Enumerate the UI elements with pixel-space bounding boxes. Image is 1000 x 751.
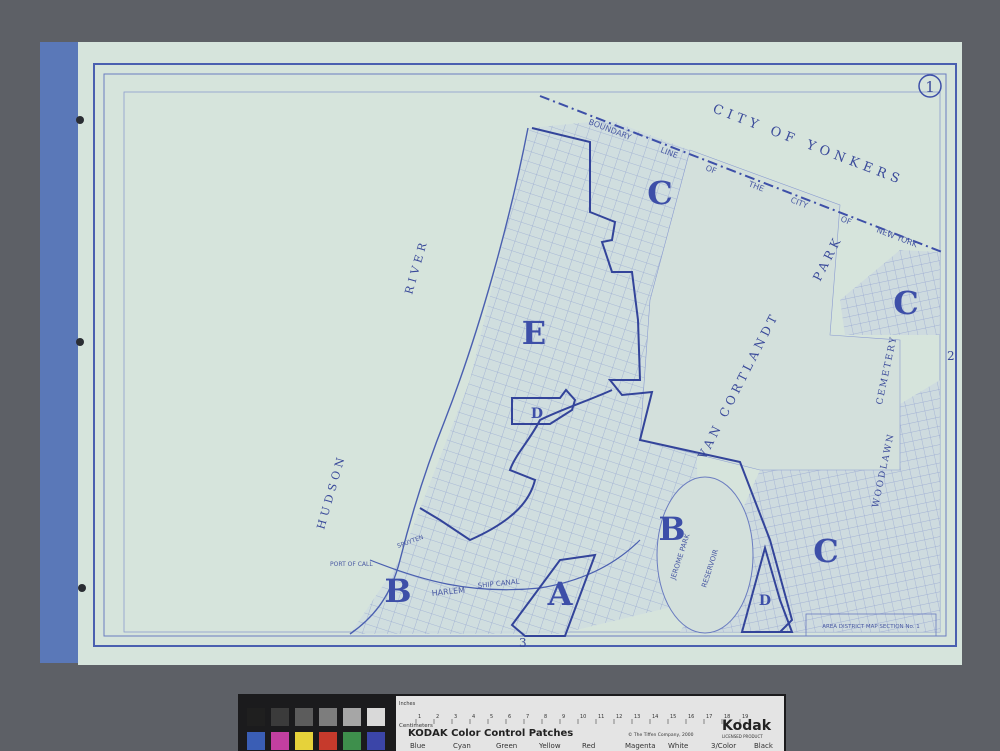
label-port-of-call: PORT OF CALL: [330, 561, 373, 568]
gray-patch: [271, 708, 289, 726]
ruler-number: 4: [472, 714, 475, 720]
ruler-number: 2: [436, 714, 439, 720]
zone-label-c: C: [893, 284, 918, 322]
zone-label-e: E: [522, 314, 546, 352]
ruler-number: 5: [490, 714, 493, 720]
kodak-inches-label: Inches: [399, 701, 416, 707]
swatch-name: 3/Color: [711, 742, 736, 750]
swatch-name: Cyan: [453, 742, 471, 750]
ruler-number: 3: [454, 714, 457, 720]
gray-patch: [319, 708, 337, 726]
ruler-number: 14: [652, 714, 658, 720]
gray-patch: [367, 708, 385, 726]
ruler-number: 17: [706, 714, 712, 720]
binder-hole: [76, 338, 84, 346]
ruler-number: 10: [580, 714, 586, 720]
binding-strip: [40, 42, 82, 663]
kodak-brand: Kodak: [722, 718, 772, 734]
swatch-name: Red: [582, 742, 595, 750]
binder-hole: [78, 584, 86, 592]
color-patch: [295, 732, 313, 750]
swatch-name: Black: [754, 742, 774, 750]
title-block-text: AREA DISTRICT MAP SECTION No. 1: [822, 624, 920, 630]
gray-patch: [247, 708, 265, 726]
kodak-card-title: KODAK Color Control Patches: [408, 728, 573, 739]
ruler-number: 6: [508, 714, 511, 720]
kodak-brand-sub: LICENSED PRODUCT: [722, 734, 763, 739]
adjoining-sheet-bottom: 3: [519, 636, 527, 650]
ruler-number: 8: [544, 714, 547, 720]
ruler-number: 1: [418, 714, 421, 720]
ruler-number: 16: [688, 714, 694, 720]
kodak-copyright: © The Tiffen Company, 2000: [628, 731, 694, 738]
adjoining-sheet-right: 2: [947, 349, 955, 363]
color-patch: [271, 732, 289, 750]
ruler-number: 11: [598, 714, 604, 720]
swatch-name: Blue: [410, 742, 426, 750]
kodak-color-card: 1 2 3 4 5 6 7 8 9 10 11 12 13 14 15 16 17 18 19 Inches Cen…: [238, 694, 786, 751]
jerome-park-reservoir: [656, 476, 754, 634]
swatch-name: Green: [496, 742, 517, 750]
ruler-number: 12: [616, 714, 622, 720]
gray-patch: [295, 708, 313, 726]
zone-label-c: C: [813, 532, 838, 570]
zone-label-b: B: [384, 572, 411, 610]
color-patch: [247, 732, 265, 750]
zone-label-c: C: [647, 174, 672, 212]
color-patch: [343, 732, 361, 750]
color-patch: [367, 732, 385, 750]
sheet-number: 1: [925, 78, 935, 96]
ruler-number: 9: [562, 714, 565, 720]
zone-label-b: B: [658, 510, 685, 548]
swatch-name: White: [668, 742, 688, 750]
zone-label-a: A: [547, 575, 574, 613]
binder-hole: [76, 116, 84, 124]
swatch-name: Yellow: [538, 742, 561, 750]
ruler-number: 7: [526, 714, 529, 720]
color-patch: [319, 732, 337, 750]
ruler-number: 13: [634, 714, 640, 720]
zone-label-d: D: [531, 406, 543, 422]
zone-label-d: D: [759, 593, 771, 609]
gray-patch: [343, 708, 361, 726]
swatch-name: Magenta: [625, 742, 656, 750]
ruler-number: 15: [670, 714, 676, 720]
map-scan: 1 2 3 BOUNDARY LINE OF THE CITY OF NEW Y…: [40, 42, 962, 751]
